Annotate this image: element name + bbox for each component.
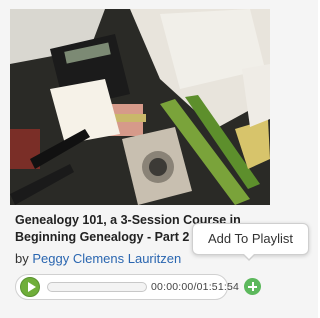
plus-circle-icon[interactable] (244, 278, 261, 295)
byline-prefix: by (15, 251, 29, 266)
desk-photo-image (10, 9, 270, 205)
total-time: 01:51:54 (196, 281, 240, 293)
play-icon[interactable] (20, 277, 40, 297)
tooltip-label: Add To Playlist (207, 231, 294, 246)
course-thumbnail[interactable] (10, 9, 270, 205)
author-link[interactable]: Peggy Clemens Lauritzen (32, 251, 181, 266)
byline: by Peggy Clemens Lauritzen (15, 250, 181, 267)
elapsed-time: 00:00:00 (151, 281, 194, 293)
tooltip-arrow (242, 253, 256, 261)
add-to-playlist-tooltip: Add To Playlist (192, 223, 309, 261)
audio-player: 00:00:00/01:51:54 (15, 274, 239, 300)
course-card: Genealogy 101, a 3-Session Course in Beg… (0, 0, 318, 318)
progress-bar[interactable] (47, 282, 147, 292)
time-readout: 00:00:00/01:51:54 (151, 281, 240, 293)
